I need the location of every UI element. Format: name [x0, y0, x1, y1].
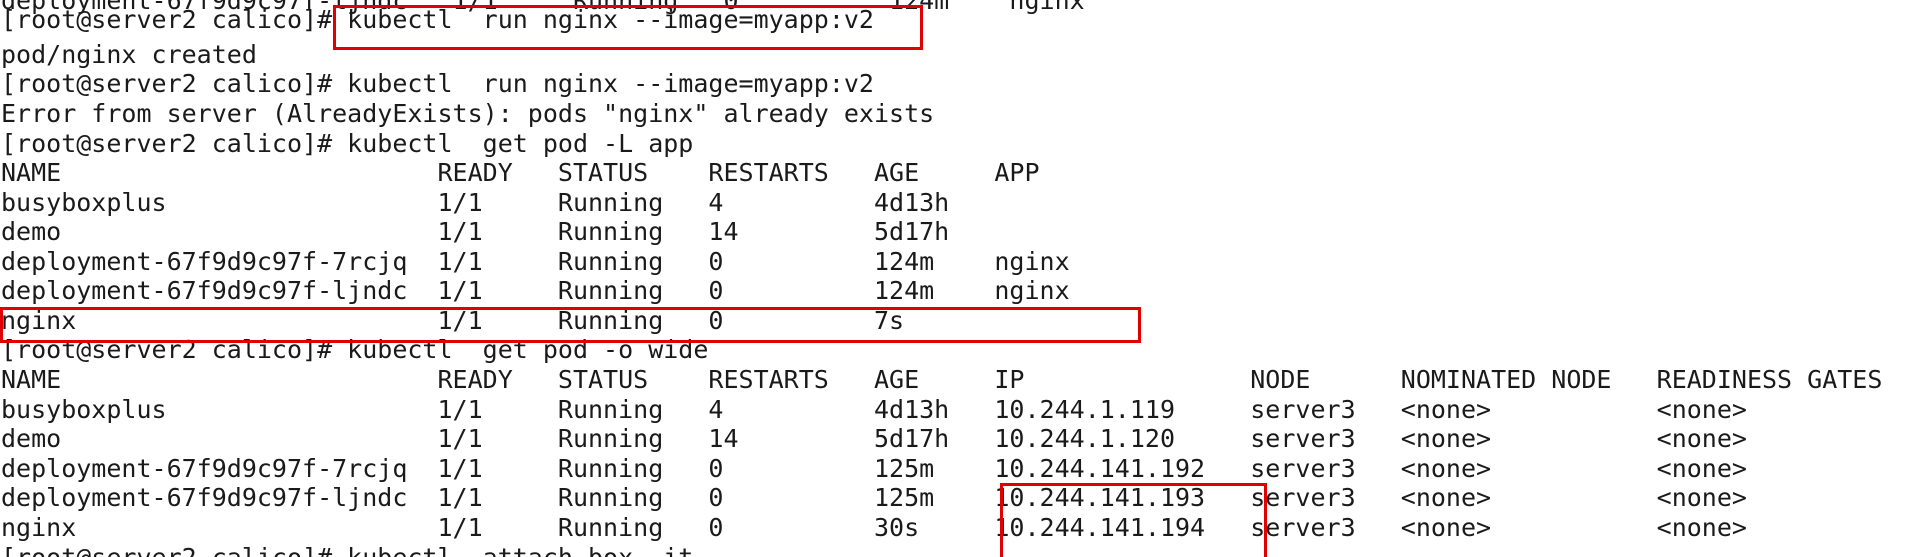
command-highlight-box	[333, 5, 923, 50]
table-row: demo 1/1 Running 14 5d17h 10.244.1.120 s…	[1, 424, 1747, 453]
terminal-command-line: [root@server2 calico]# kubectl run nginx…	[1, 69, 874, 98]
nginx-row-highlight-box	[0, 307, 1141, 343]
terminal-error-line: Error from server (AlreadyExists): pods …	[1, 99, 935, 128]
table-header: NAME READY STATUS RESTARTS AGE APP	[1, 158, 1040, 187]
table-row: demo 1/1 Running 14 5d17h	[1, 217, 950, 246]
table-header: NAME READY STATUS RESTARTS AGE IP NODE N…	[1, 365, 1883, 394]
terminal-output-line: pod/nginx created	[1, 40, 257, 69]
table-row: busyboxplus 1/1 Running 4 4d13h 10.244.1…	[1, 395, 1747, 424]
table-row: deployment-67f9d9c97f-ljndc 1/1 Running …	[1, 483, 1747, 512]
table-row: deployment-67f9d9c97f-7rcjq 1/1 Running …	[1, 454, 1747, 483]
terminal-command-line: [root@server2 calico]# kubectl attach bo…	[1, 543, 693, 557]
table-row: deployment-67f9d9c97f-7rcjq 1/1 Running …	[1, 247, 1070, 276]
table-row: busyboxplus 1/1 Running 4 4d13h	[1, 188, 950, 217]
table-row: deployment-67f9d9c97f-ljndc 1/1 Running …	[1, 276, 1070, 305]
terminal-window[interactable]: deployment-67f9d9c97f-ljndc 1/1 Running …	[0, 0, 1920, 557]
table-row: nginx 1/1 Running 0 30s 10.244.141.194 s…	[1, 513, 1747, 542]
terminal-command-line: [root@server2 calico]# kubectl get pod -…	[1, 129, 694, 158]
ip-highlight-box	[1000, 483, 1267, 557]
